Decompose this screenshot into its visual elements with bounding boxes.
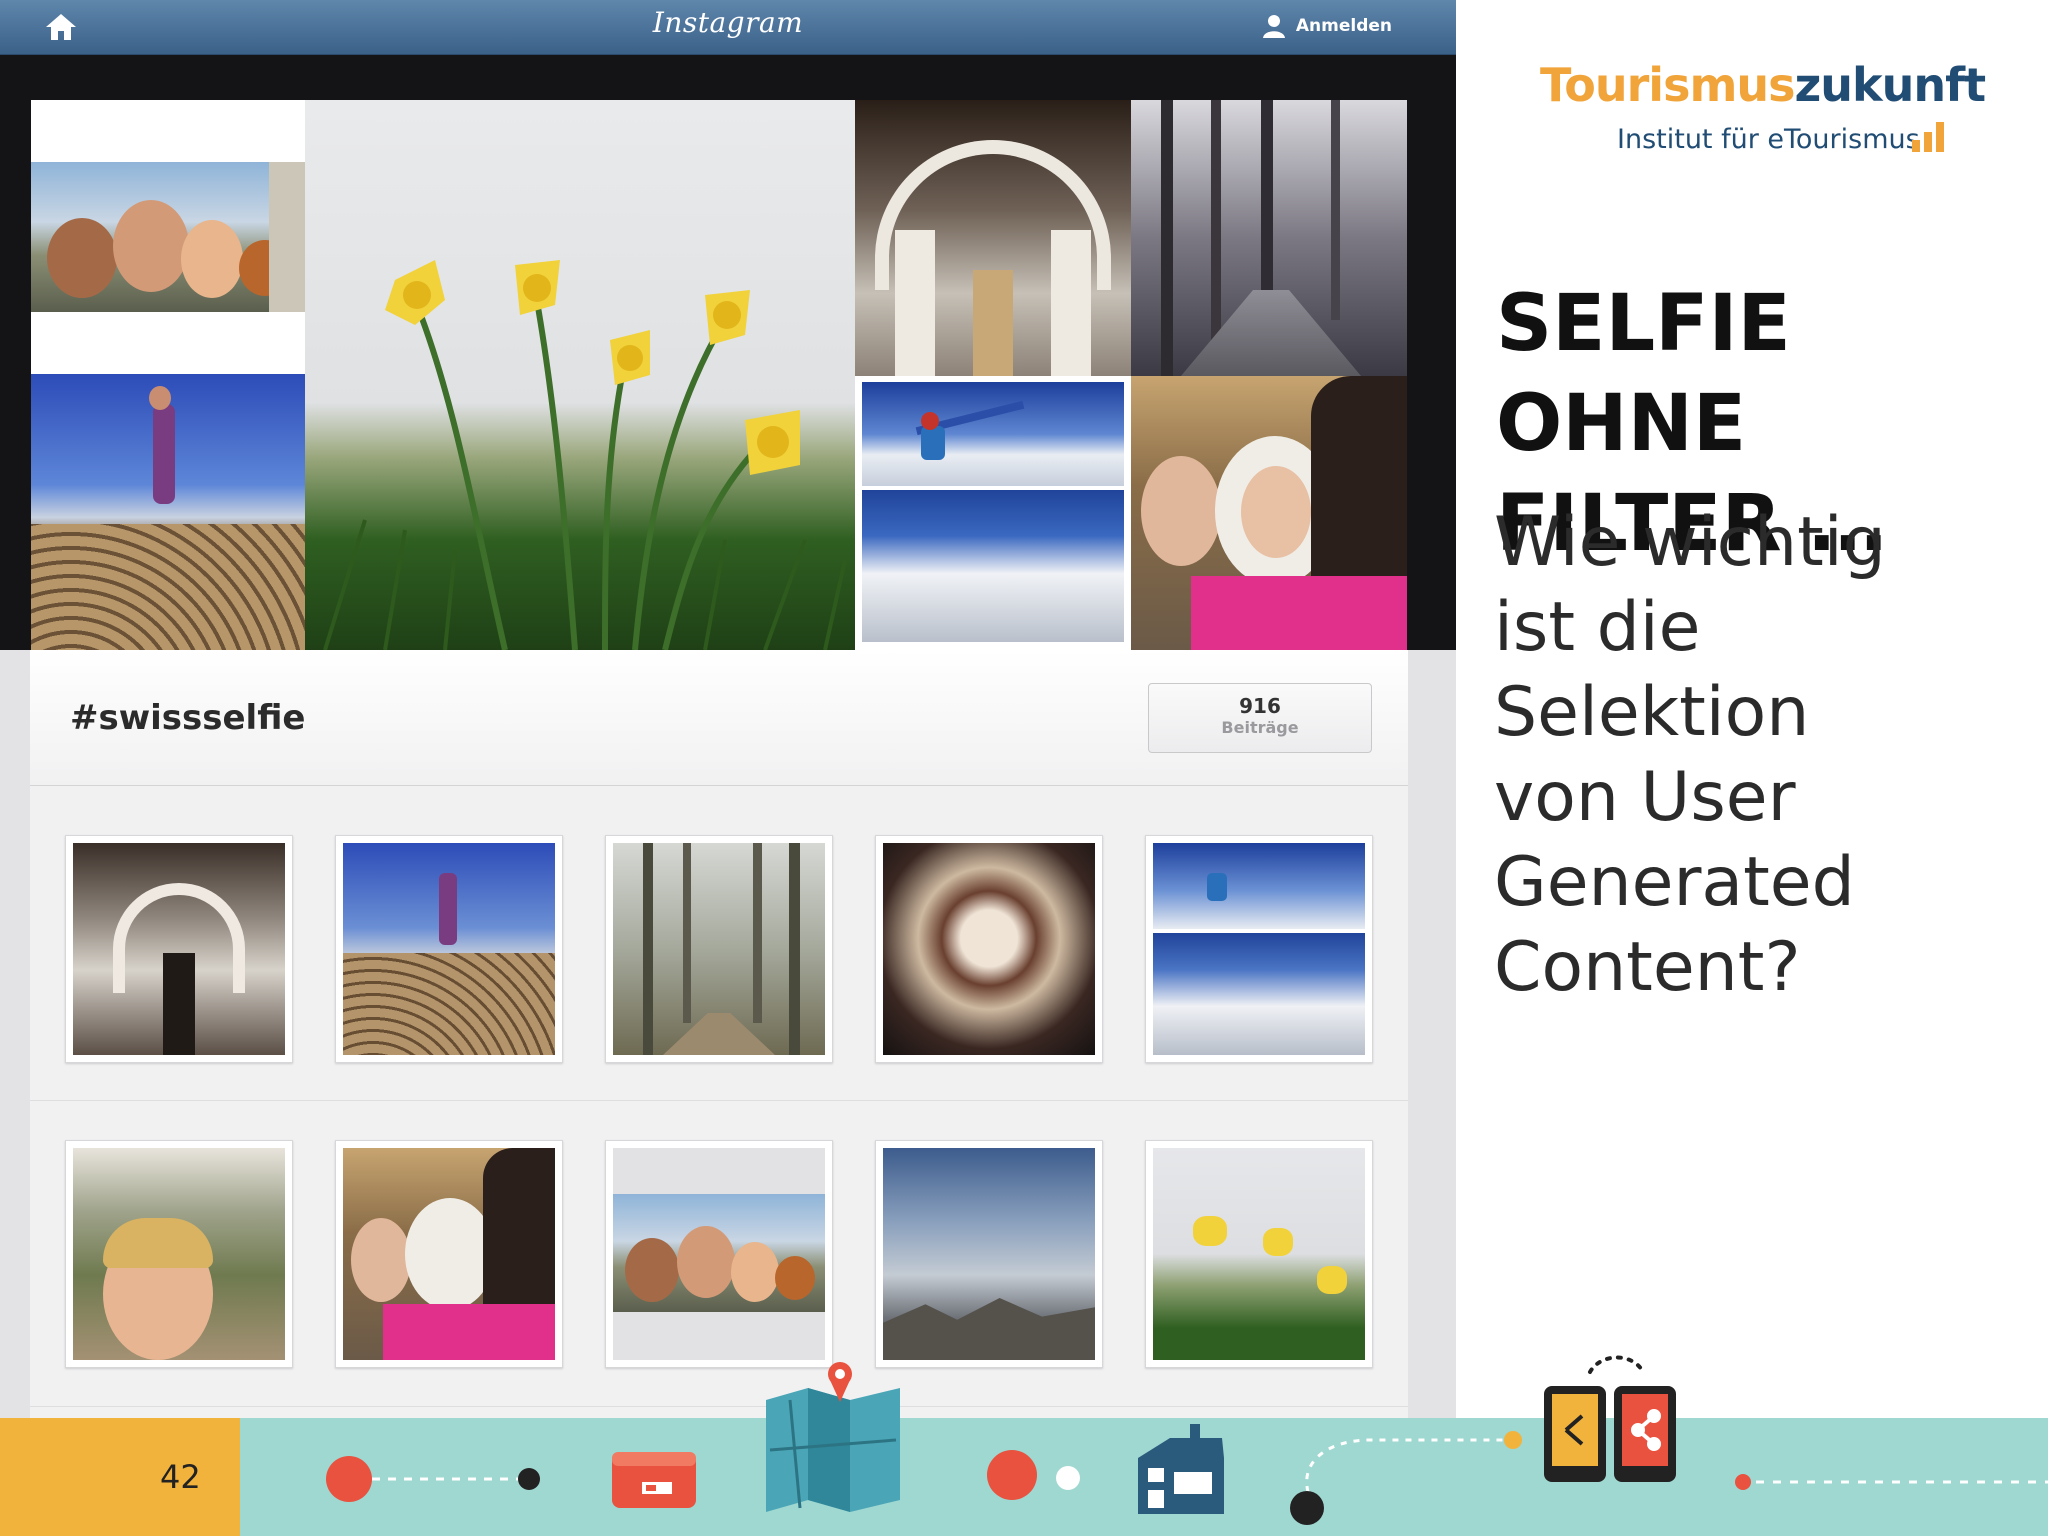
photo-daffodils[interactable] (305, 100, 855, 650)
map-icon (766, 1388, 900, 1512)
login-label: Anmelden (1295, 16, 1392, 36)
grid-photo-girls-selfie[interactable] (335, 1140, 563, 1368)
grid-photo-tree-alley[interactable] (605, 835, 833, 1063)
brand-subtitle: Institut für eTourismus (1617, 124, 1920, 155)
post-count: 916 (1239, 694, 1281, 718)
row-divider (30, 1100, 1408, 1101)
grid-photo-baroque-ceiling[interactable] (875, 835, 1103, 1063)
red-dot-icon (326, 1456, 540, 1502)
grid-photo-logs-woman[interactable] (335, 835, 563, 1063)
grid-photo-cloudy-mountains[interactable] (875, 1140, 1103, 1368)
photo-grid (30, 786, 1408, 1420)
photo-girls-selfie[interactable] (1131, 376, 1407, 650)
slide-body-line: Content? (1494, 928, 1801, 1007)
footer-illustration (326, 1355, 2048, 1525)
instagram-top-bar: Instagram Anmelden (0, 0, 1456, 55)
slide: Instagram Anmelden #swissselfie 916 Beit… (0, 0, 2048, 1536)
brand-name-part2: zukunft (1794, 58, 1987, 112)
photo-logs-woman[interactable] (31, 374, 305, 650)
brand-logo: Tourismuszukunft Institut für eTourismus (1540, 58, 1986, 168)
login-button[interactable]: Anmelden (1262, 14, 1392, 38)
hashtag-title: #swissselfie (70, 698, 306, 738)
photo-skiers-collage[interactable] (855, 376, 1131, 650)
slide-body-line: von User (1494, 758, 1796, 837)
slide-question: Wie wichtig ist die Selektion von User G… (1494, 500, 2034, 1010)
instagram-logo: Instagram (652, 6, 804, 39)
user-icon (1262, 15, 1285, 38)
hashtag-header: #swissselfie 916 Beiträge (30, 650, 1408, 786)
slide-body-line: Wie wichtig (1494, 503, 1886, 582)
grid-photo-woman-vineyard[interactable] (65, 1140, 293, 1368)
grid-photo-skiers-collage[interactable] (1145, 835, 1373, 1063)
post-count-button[interactable]: 916 Beiträge (1148, 683, 1372, 753)
slide-body-line: Generated (1494, 843, 1855, 922)
grid-photo-church-interior[interactable] (65, 835, 293, 1063)
grid-photo-friends-selfie[interactable] (605, 1140, 833, 1368)
wallet-icon (612, 1452, 696, 1508)
slide-title-line: SELFIE OHNE (1496, 279, 1791, 469)
photo-church-interior[interactable] (855, 100, 1131, 376)
brand-name-part1: Tourismus (1540, 58, 1796, 112)
slide-body-line: ist die (1494, 588, 1701, 667)
photo-friends-selfie[interactable] (31, 100, 305, 374)
red-dot-icon (987, 1450, 1080, 1500)
featured-photo-collage (0, 55, 1456, 650)
grid-photo-daffodils[interactable] (1145, 1140, 1373, 1368)
post-count-label: Beiträge (1221, 718, 1299, 737)
house-icon (1138, 1424, 1224, 1514)
slide-body-line: Selektion (1494, 673, 1810, 752)
instagram-screenshot: Instagram Anmelden #swissselfie 916 Beit… (0, 0, 1456, 1420)
phone-share-icon (1544, 1355, 1676, 1482)
bar-chart-icon (1912, 122, 1944, 152)
brand-name: Tourismuszukunft (1540, 58, 1987, 112)
photo-forest-path[interactable] (1131, 100, 1407, 376)
